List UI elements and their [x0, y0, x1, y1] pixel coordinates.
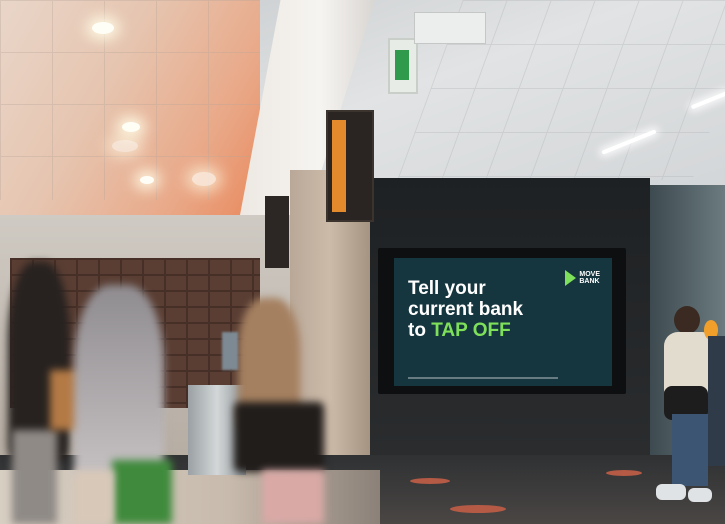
commuter-shopping-bag — [262, 470, 324, 524]
billboard-headline: Tell your current bank to TAP OFF — [408, 278, 523, 341]
headline-line3-prefix: to — [408, 320, 432, 341]
billboard-screen: MOVE BANK Tell your current bank to TAP … — [394, 258, 612, 386]
move-bank-logo-icon — [565, 270, 577, 286]
headline-line2: current bank — [408, 299, 524, 320]
station-concourse-photo: MOVE BANK Tell your current bank to TAP … — [0, 0, 725, 524]
floor-marker — [450, 505, 506, 513]
woman-head — [674, 306, 700, 334]
commuter-handbag — [234, 402, 324, 472]
ceiling-light — [140, 176, 154, 184]
commuter-blurred — [74, 285, 164, 485]
distant-commuter — [708, 336, 725, 466]
ceiling-light — [112, 140, 138, 152]
woman-jeans — [672, 414, 708, 486]
logo-line2: BANK — [579, 278, 600, 285]
ceiling-light — [122, 122, 140, 132]
ceiling-light — [192, 172, 216, 186]
floor-marker — [410, 478, 450, 484]
commuter-legs — [12, 430, 57, 524]
ceiling-tiles-left — [0, 0, 260, 200]
woman-shoe — [656, 484, 686, 500]
hanging-sign — [265, 196, 289, 268]
commuter-bag — [74, 470, 114, 524]
ceiling-fixture — [414, 12, 486, 44]
headline-accent: TAP OFF — [431, 320, 511, 341]
move-bank-logo: MOVE BANK — [565, 270, 600, 286]
woman-shoe — [688, 488, 712, 502]
headline-line1: Tell your — [408, 278, 486, 299]
background-commuter — [222, 332, 238, 370]
floor-marker — [606, 470, 642, 476]
exit-sign-panel — [395, 50, 409, 80]
sign-panel — [332, 120, 346, 212]
commuter-bag — [112, 460, 172, 524]
exit-sign — [388, 38, 418, 94]
billboard-fine-print — [408, 377, 558, 379]
orange-wayfinding-sign — [326, 110, 374, 222]
logo-line1: MOVE — [579, 271, 600, 278]
ceiling-light — [92, 22, 114, 34]
